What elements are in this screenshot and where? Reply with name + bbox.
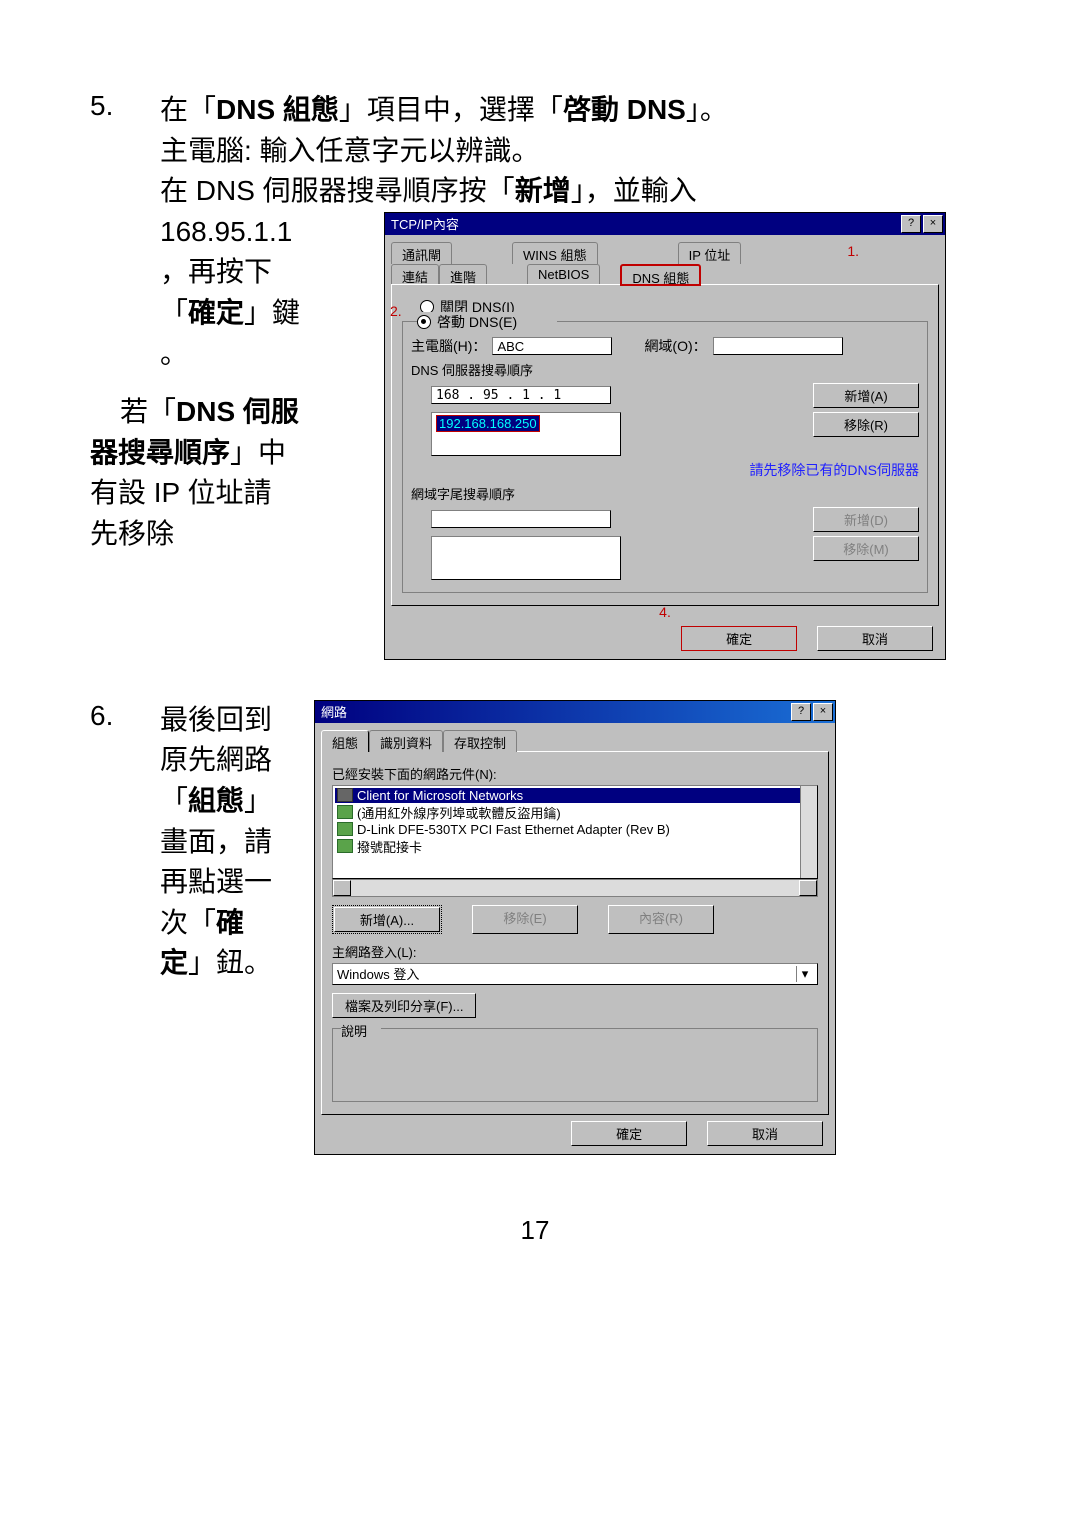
remove-component-button[interactable]: 移除(E) [472,905,578,934]
suffix-order-label: 網域字尾搜尋順序 [411,484,919,503]
remove-dns-button[interactable]: 移除(R) [813,412,919,437]
cancel-button[interactable]: 取消 [817,626,933,651]
remove-note: 請先移除已有的DNS伺服器 [411,460,919,480]
step-6-text: 最後回到 原先網路 「組態」 畫面，請 再點選一 次「確 定」鈕。 [160,700,300,1155]
network-dialog: 網路 ? × 組態 識別資料 存取控制 已經安裝下面的網路元件(N): [314,700,836,1155]
chevron-down-icon[interactable]: ▾ [796,966,813,982]
tab-identity[interactable]: 識別資料 [369,730,443,752]
list-item: (通用紅外線序列埠或軟體反盜用鑰) [335,803,815,822]
step-5-line3: 在 DNS 伺服器搜尋順序按「新增」，並輸入 [160,171,980,212]
tab-access[interactable]: 存取控制 [443,730,517,752]
step-5-left-column: 168.95.1.1 ，再按下 「確定」鍵 。 若「DNS 伺服 器搜尋順序」中… [160,212,370,660]
primary-login-dropdown[interactable]: Windows 登入 ▾ [332,963,818,985]
step-5-line2: 主電腦: 輸入任意字元以辨識。 [160,131,980,172]
network-titlebar: 網路 ? × [315,701,835,723]
close-icon[interactable]: × [813,703,833,721]
network-title: 網路 [321,702,789,721]
step-6-number: 6. [90,700,160,1155]
page-number: 17 [90,1215,980,1246]
properties-button[interactable]: 內容(R) [608,905,714,934]
step-6: 6. 最後回到 原先網路 「組態」 畫面，請 再點選一 次「確 定」鈕。 網路 … [90,700,980,1155]
tab-advanced[interactable]: 進階 [439,264,487,286]
client-icon [337,788,353,802]
list-item: Client for Microsoft Networks [335,788,815,803]
tab-wins[interactable]: WINS 組態 [512,242,598,264]
close-icon[interactable]: × [923,215,943,233]
tab-row-1: 通訊閘 WINS 組態 IP 位址 [391,241,939,263]
tab-row-2: 連結 進階 NetBIOS DNS 組態 [391,263,939,285]
radio-enable-dns[interactable] [417,315,431,329]
cancel-button[interactable]: 取消 [707,1121,823,1146]
tcpip-title: TCP/IP內容 [391,214,899,233]
ok-button[interactable]: 確定 [571,1121,687,1146]
horizontal-scrollbar[interactable] [332,879,818,897]
ok-button[interactable]: 確定 [681,626,797,651]
help-icon[interactable]: ? [901,215,921,233]
component-list[interactable]: Client for Microsoft Networks (通用紅外線序列埠或… [332,785,818,879]
step-5-number: 5. [90,90,160,660]
suffix-input[interactable] [431,510,611,528]
primary-login-label: 主網路登入(L): [332,942,818,961]
enable-dns-group: 啓動 DNS(E) 主電腦(H)： ABC 網域(O)： DNS 伺服器搜尋順序 [402,321,928,593]
network-tabs: 組態 識別資料 存取控制 [321,729,829,751]
dns-order-label: DNS 伺服器搜尋順序 [411,360,919,379]
tab-config[interactable]: 組態 [321,730,369,752]
step-5-line1: 在「DNS 組態」項目中，選擇「啓動 DNS」。 [160,90,980,131]
domain-label: 網域(O)： [644,336,706,356]
tcpip-titlebar: TCP/IP內容 ? × [385,213,945,235]
scroll-left-icon[interactable] [333,880,351,896]
tab-gateway[interactable]: 通訊閘 [391,242,452,264]
step-5: 5. 在「DNS 組態」項目中，選擇「啓動 DNS」。 主電腦: 輸入任意字元以… [90,90,980,660]
host-label: 主電腦(H)： [411,336,486,356]
annotation-4: 4. [659,604,671,620]
help-icon[interactable]: ? [791,703,811,721]
tcpip-dialog: TCP/IP內容 ? × 1. 通訊閘 WINS 組態 IP 位址 連結 [384,212,946,660]
host-input[interactable]: ABC [492,337,612,355]
dns-panel: 2. 關閉 DNS(I) 啓動 DNS(E) [391,284,939,606]
add-suffix-button[interactable]: 新增(D) [813,507,919,532]
list-item: 撥號配接卡 [335,837,815,856]
tab-dns[interactable]: DNS 組態 [620,264,701,286]
config-panel: 已經安裝下面的網路元件(N): Client for Microsoft Net… [321,751,829,1115]
list-item: D-Link DFE-530TX PCI Fast Ethernet Adapt… [335,822,815,837]
tab-link[interactable]: 連結 [391,264,439,286]
adapter-icon [337,822,353,836]
dns-input[interactable]: 168 . 95 . 1 . 1 [431,386,611,404]
add-component-button[interactable]: 新增(A)... [334,907,440,932]
vertical-scrollbar[interactable] [800,786,817,878]
ip-value: 168.95.1.1 [160,212,370,253]
file-print-share-button[interactable]: 檔案及列印分享(F)... [332,993,476,1018]
adapter-icon [337,839,353,853]
tab-ip[interactable]: IP 位址 [678,242,742,264]
description-label: 說明 [341,1021,381,1040]
suffix-list[interactable] [431,536,621,580]
dns-existing-item[interactable]: 192.168.168.250 [436,415,540,432]
remove-suffix-button[interactable]: 移除(M) [813,536,919,561]
add-dns-button[interactable]: 新增(A) [813,383,919,408]
adapter-icon [337,805,353,819]
scroll-right-icon[interactable] [799,880,817,896]
tab-netbios[interactable]: NetBIOS [527,264,600,286]
dns-list[interactable]: 192.168.168.250 [431,412,621,456]
annotation-2: 2. [390,303,402,319]
domain-input[interactable] [713,337,843,355]
description-group: 說明 [332,1028,818,1102]
installed-label: 已經安裝下面的網路元件(N): [332,764,818,783]
